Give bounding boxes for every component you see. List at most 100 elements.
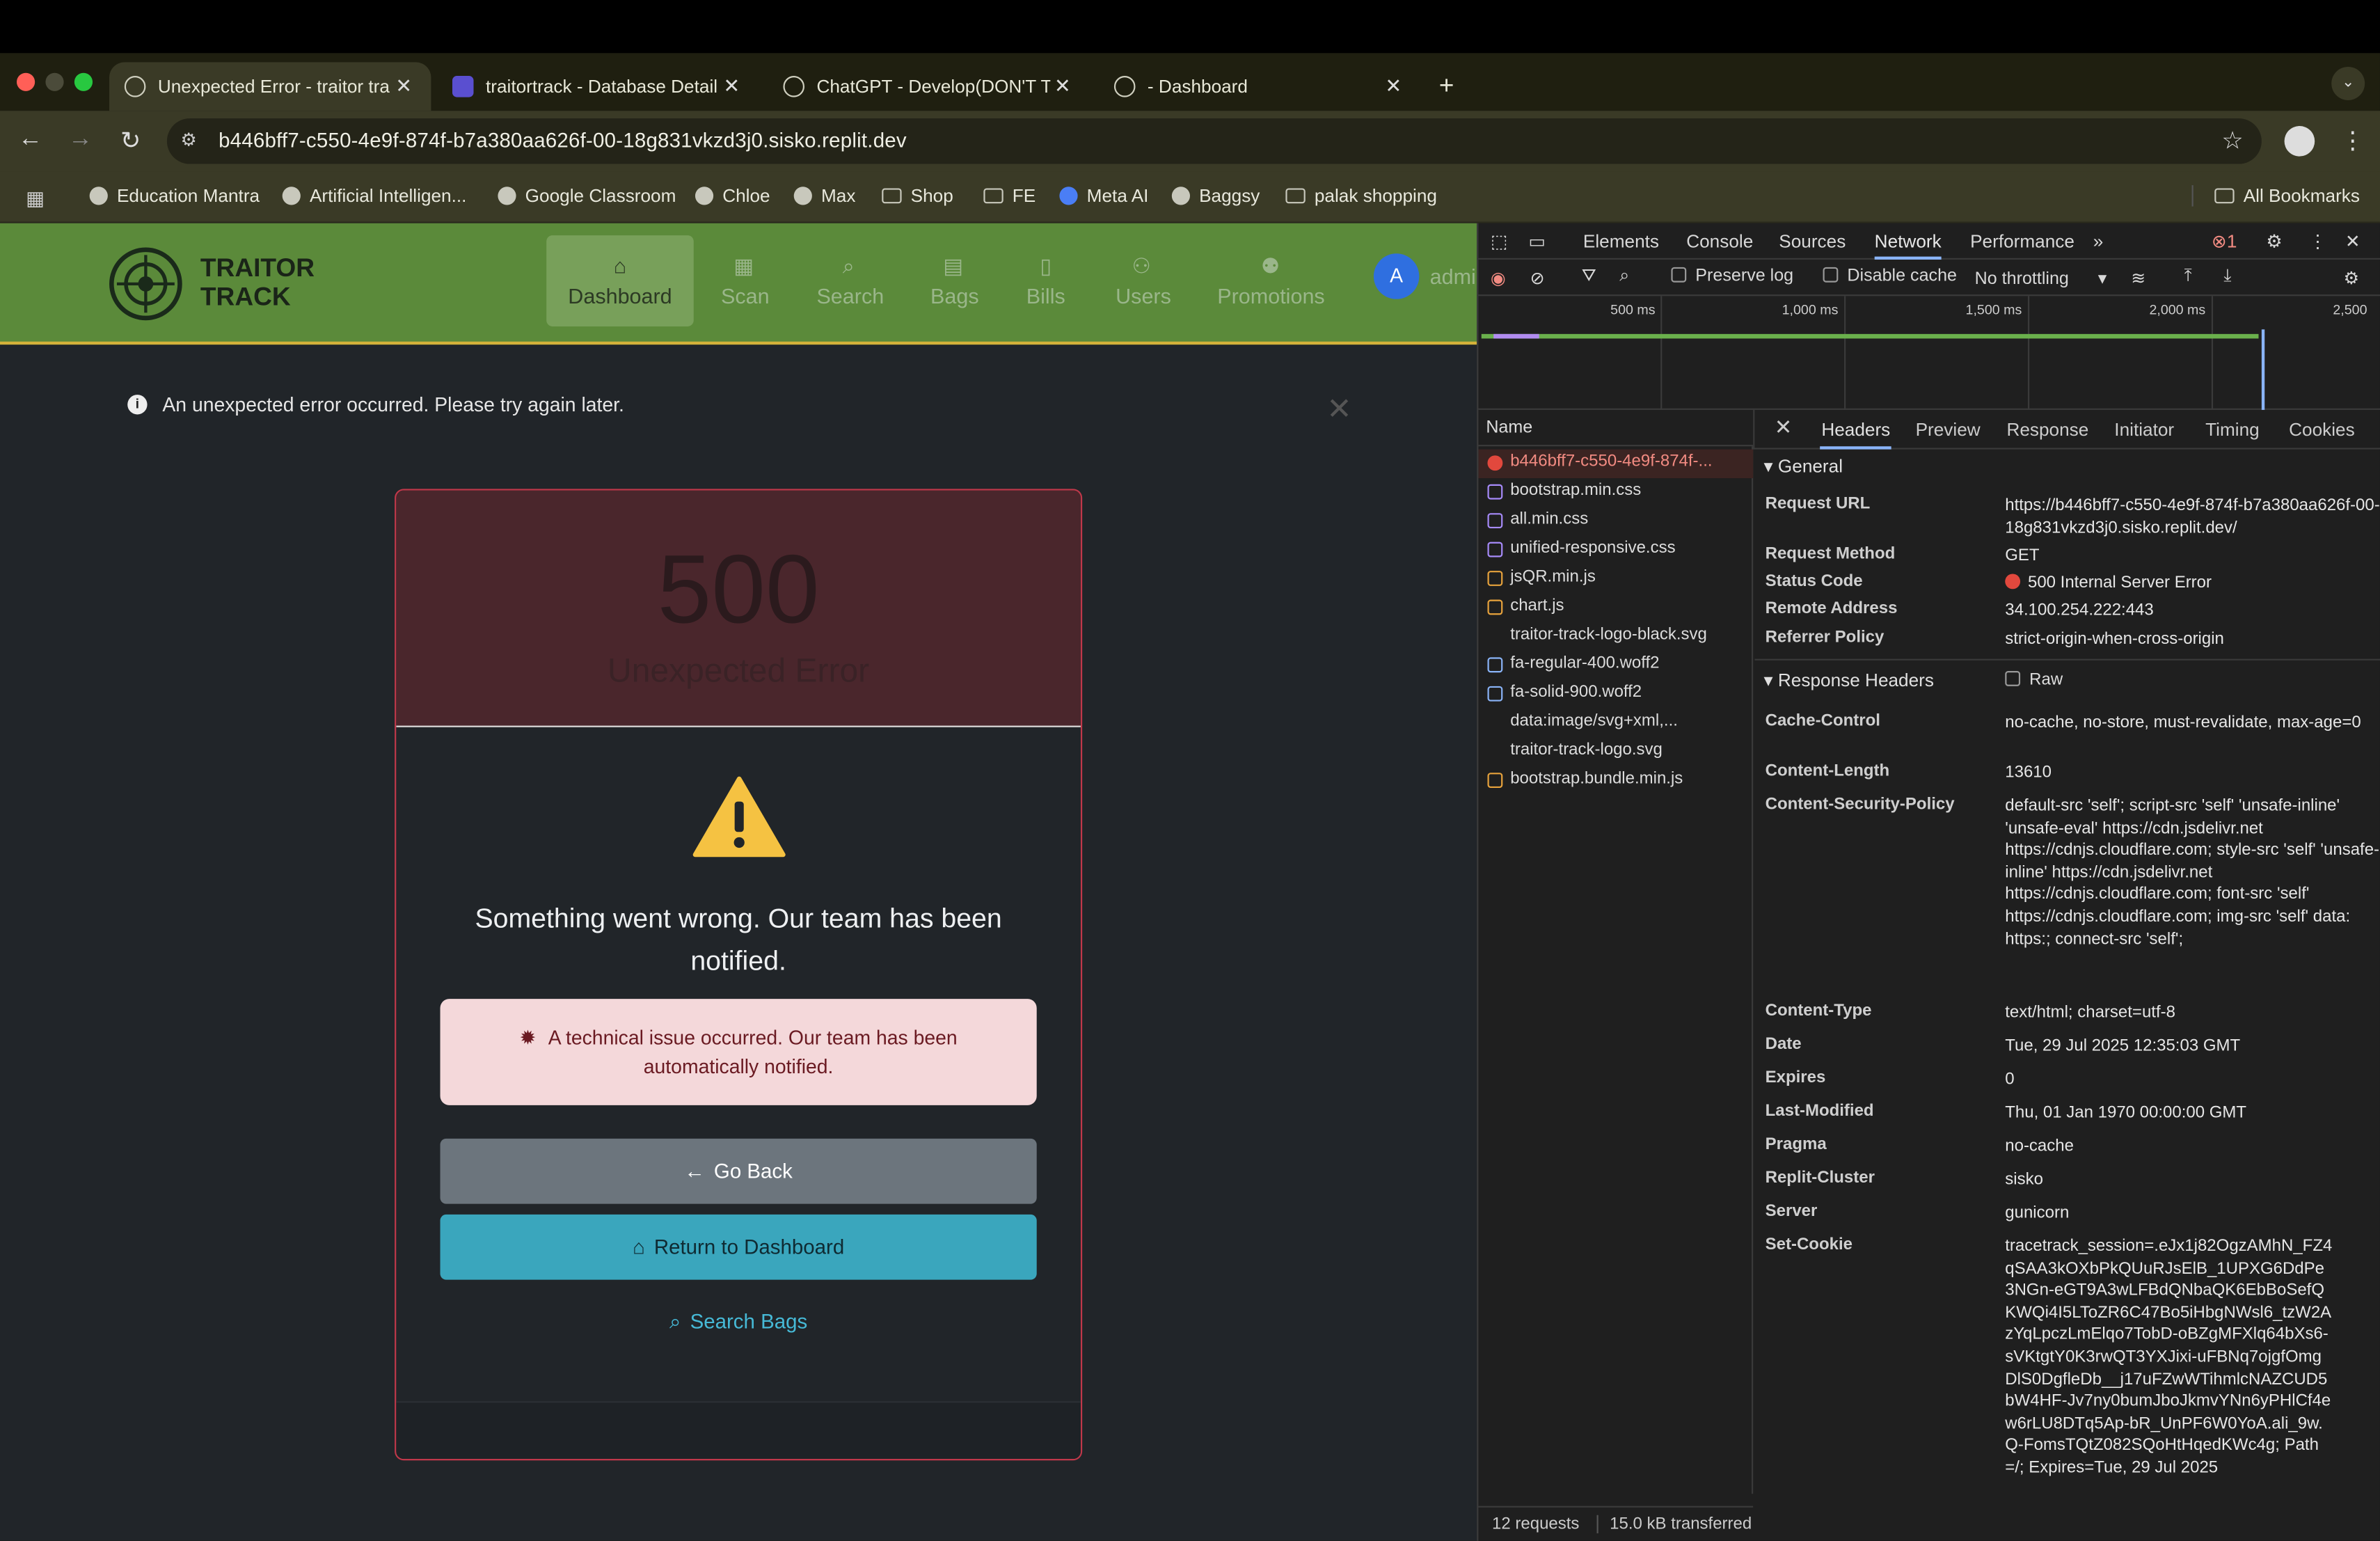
request-row[interactable]: fa-solid-900.woff2	[1478, 680, 1753, 709]
user-name[interactable]: admi	[1430, 264, 1476, 289]
forward-icon[interactable]: →	[65, 126, 96, 153]
search-bags-link[interactable]: ⌕ Search Bags	[441, 1310, 1037, 1334]
apps-grid-icon[interactable]: ▦	[26, 187, 45, 211]
tab-timing[interactable]: Timing	[2205, 419, 2260, 441]
nav-dashboard[interactable]: ⌂ Dashboard	[546, 235, 694, 326]
back-icon[interactable]: ←	[15, 126, 46, 153]
alert-close-button[interactable]: ✕	[1326, 390, 1352, 429]
card-footer	[396, 1401, 1081, 1460]
all-bookmarks[interactable]: All Bookmarks	[2191, 185, 2360, 207]
response-headers-toggle[interactable]: ▾ Response Headers	[1763, 670, 1934, 691]
new-tab-button[interactable]: +	[1430, 62, 1475, 111]
bookmark-ai[interactable]: Artificial Intelligen...	[282, 185, 466, 207]
request-row[interactable]: bootstrap.bundle.min.js	[1478, 766, 1753, 795]
address-bar[interactable]: ⚙ b446bff7-c550-4e9f-874f-b7a380aa626f-0…	[166, 118, 2262, 164]
tab-network[interactable]: Network	[1874, 231, 1942, 260]
request-row[interactable]: jsQR.min.js	[1478, 564, 1753, 593]
request-row[interactable]: bootstrap.min.css	[1478, 478, 1753, 507]
traitor-track-logo[interactable]	[109, 247, 182, 321]
nav-search[interactable]: ⌕ Search	[795, 235, 902, 326]
request-row[interactable]: traitor-track-logo.svg	[1478, 738, 1753, 766]
network-timeline[interactable]: 500 ms 1,000 ms 1,500 ms 2,000 ms 2,500	[1478, 296, 2380, 410]
upload-icon[interactable]: ⤒	[2184, 267, 2192, 287]
bookmark-google-classroom[interactable]: Google Classroom	[498, 185, 676, 207]
close-details-icon[interactable]: ✕	[1775, 414, 1793, 440]
close-tab-icon[interactable]: ✕	[392, 74, 416, 99]
filter-icon[interactable]: ⛛	[1582, 267, 1596, 287]
tab-unexpected-error[interactable]: Unexpected Error - traitor tra ✕	[109, 62, 431, 111]
nav-bags[interactable]: ▤ Bags	[909, 235, 997, 326]
close-tab-icon[interactable]: ✕	[1381, 74, 1406, 99]
bookmark-star-icon[interactable]: ☆	[2221, 126, 2243, 157]
close-tab-icon[interactable]: ✕	[1050, 74, 1074, 99]
general-section-toggle[interactable]: ▾ General	[1763, 455, 1843, 477]
bill-icon: ▯	[1040, 253, 1052, 278]
clear-icon[interactable]: ⊘	[1530, 267, 1545, 288]
bags-icon: ▤	[943, 253, 964, 278]
bookmark-max[interactable]: Max	[793, 185, 855, 207]
minimize-window-icon[interactable]	[45, 72, 64, 91]
issues-badge[interactable]: ⊗1	[2212, 231, 2237, 253]
maximize-window-icon[interactable]	[74, 72, 93, 91]
go-back-button[interactable]: ← Go Back	[440, 1138, 1037, 1204]
header-value: 13610	[2005, 764, 2052, 782]
request-row[interactable]: b446bff7-c550-4e9f-874f-...	[1478, 449, 1754, 479]
settings-gear-icon[interactable]: ⚙	[2266, 231, 2282, 253]
devtools-menu-icon[interactable]: ⋮	[2308, 231, 2326, 253]
network-conditions-icon[interactable]: ≋	[2131, 267, 2145, 288]
preserve-log-checkbox[interactable]: Preserve log	[1671, 267, 1793, 285]
raw-checkbox[interactable]: Raw	[2005, 671, 2063, 689]
tab-search-icon[interactable]: ⌄	[2331, 66, 2365, 100]
request-row[interactable]: unified-responsive.css	[1478, 536, 1753, 564]
bookmark-baggsy[interactable]: Baggsy	[1171, 185, 1260, 207]
throttling-select[interactable]: No throttling ▾	[1975, 267, 2107, 288]
tab-sources[interactable]: Sources	[1779, 231, 1846, 253]
tab-response[interactable]: Response	[2006, 419, 2088, 441]
request-row[interactable]: chart.js	[1478, 594, 1753, 622]
more-tabs-icon[interactable]: »	[2093, 231, 2104, 253]
kebab-menu-icon[interactable]: ⋮	[2340, 126, 2365, 157]
name-column-header[interactable]: Name	[1478, 410, 1754, 447]
request-row[interactable]: traitor-track-logo-black.svg	[1478, 622, 1753, 651]
tab-dashboard[interactable]: - Dashboard ✕	[1099, 62, 1420, 111]
tab-elements[interactable]: Elements	[1583, 231, 1659, 253]
profile-avatar[interactable]	[2284, 126, 2315, 157]
close-devtools-icon[interactable]: ✕	[2345, 231, 2361, 253]
error-alert: i An unexpected error occurred. Please t…	[127, 393, 624, 416]
tab-preview[interactable]: Preview	[1916, 419, 1981, 441]
site-settings-icon[interactable]: ⚙	[181, 129, 197, 150]
bookmark-palak-shopping[interactable]: palak shopping	[1285, 185, 1437, 207]
nav-users[interactable]: ⚇ Users	[1095, 235, 1189, 326]
bookmark-chloe[interactable]: Chloe	[695, 185, 770, 207]
request-row[interactable]: fa-regular-400.woff2	[1478, 651, 1753, 680]
tab-headers[interactable]: Headers	[1820, 419, 1892, 450]
nav-bills[interactable]: ▯ Bills	[1005, 235, 1087, 326]
user-avatar[interactable]: A	[1373, 253, 1420, 299]
tab-database-detail[interactable]: traitortrack - Database Detail ✕	[437, 62, 759, 111]
tab-cookies[interactable]: Cookies	[2289, 419, 2355, 441]
bookmark-meta-ai[interactable]: Meta AI	[1059, 185, 1148, 207]
tab-console[interactable]: Console	[1686, 231, 1753, 253]
device-toolbar-icon[interactable]: ▭	[1528, 231, 1546, 253]
brand-name[interactable]: TRAITOR TRACK	[200, 253, 315, 311]
inspect-element-icon[interactable]: ⬚	[1491, 231, 1508, 253]
record-icon[interactable]: ◉	[1491, 267, 1506, 288]
tab-initiator[interactable]: Initiator	[2114, 419, 2174, 441]
close-tab-icon[interactable]: ✕	[720, 74, 744, 99]
nav-scan[interactable]: ▦ Scan	[699, 235, 788, 326]
tab-performance[interactable]: Performance	[1970, 231, 2074, 253]
reload-icon[interactable]: ↻	[116, 126, 146, 157]
bookmark-education-mantra[interactable]: Education Mantra	[89, 185, 260, 207]
request-row[interactable]: data:image/svg+xml,...	[1478, 709, 1753, 738]
request-row[interactable]: all.min.css	[1478, 507, 1753, 535]
close-window-icon[interactable]	[16, 72, 35, 91]
search-icon[interactable]: ⌕	[1619, 267, 1629, 287]
network-settings-icon[interactable]: ⚙	[2344, 267, 2359, 288]
nav-promotions[interactable]: ⚉ Promotions	[1196, 235, 1345, 326]
return-dashboard-button[interactable]: ⌂ Return to Dashboard	[440, 1214, 1037, 1280]
disable-cache-checkbox[interactable]: Disable cache	[1823, 267, 1957, 285]
tab-chatgpt[interactable]: ChatGPT - Develop(DON'T TC ✕	[768, 62, 1090, 111]
download-icon[interactable]: ⤓	[2223, 267, 2231, 287]
bookmark-fe[interactable]: FE	[983, 185, 1036, 207]
bookmark-shop[interactable]: Shop	[882, 185, 953, 207]
